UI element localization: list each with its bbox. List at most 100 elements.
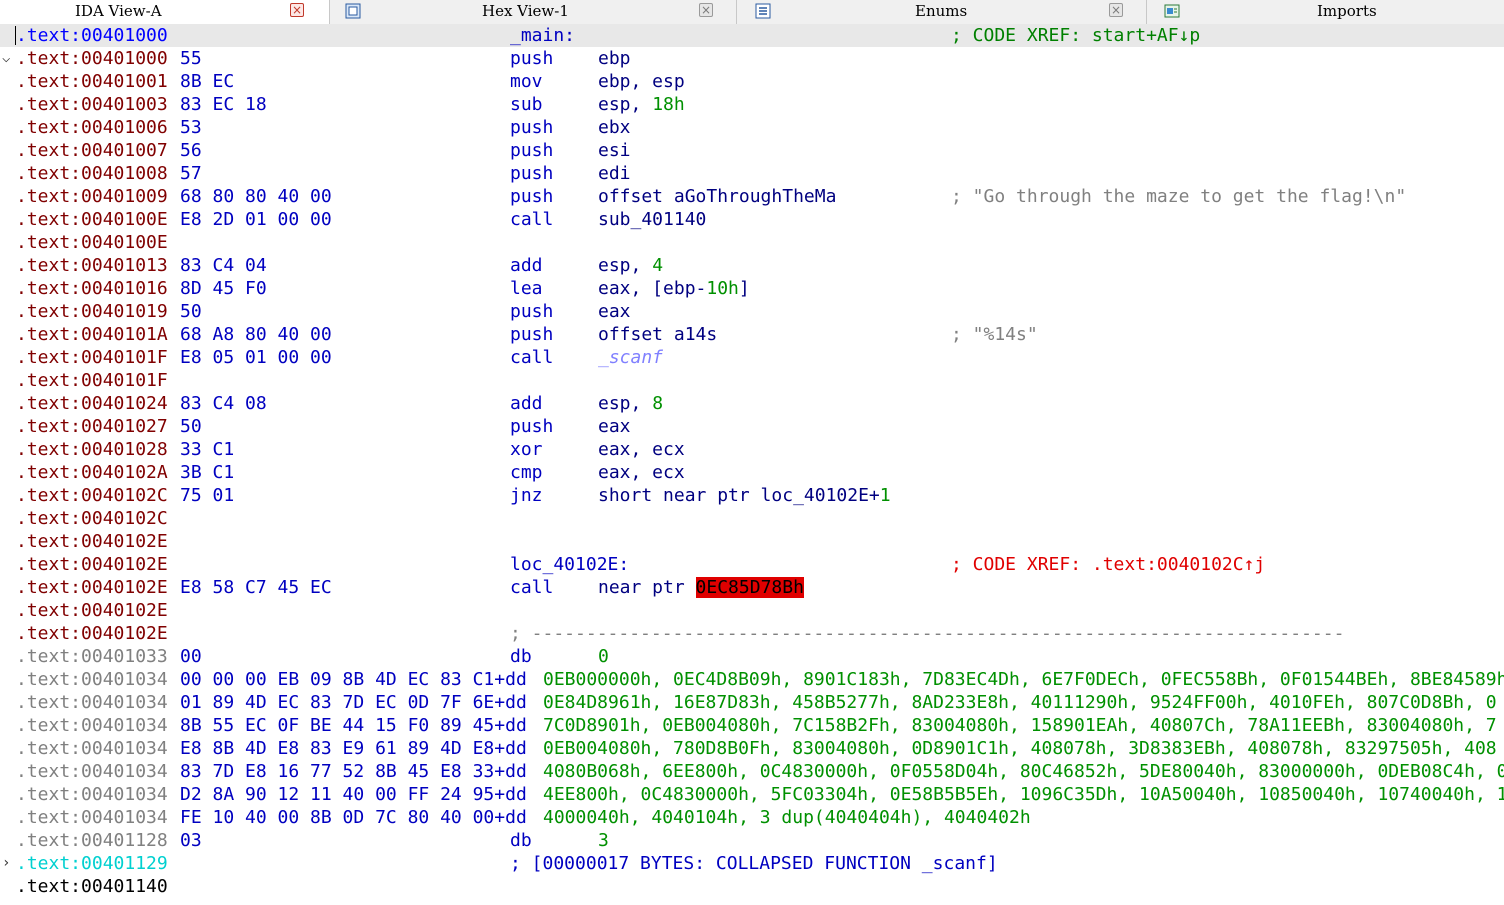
comment[interactable]: ; CODE XREF: start+AF↓p	[951, 24, 1200, 47]
tab-hex-view-1[interactable]: Hex View-1 ×	[330, 0, 737, 24]
close-icon[interactable]: ×	[699, 3, 713, 17]
listing-row[interactable]: .text:0040102C	[0, 507, 1504, 530]
tab-enums[interactable]: Enums ×	[737, 0, 1147, 24]
listing-row[interactable]: .text:0040100E	[0, 231, 1504, 254]
address[interactable]: .text:0040102E	[16, 622, 168, 645]
address[interactable]: .text:00401034	[16, 691, 168, 714]
expand-arrow-icon[interactable]: ›	[2, 852, 10, 875]
address[interactable]: .text:00401033	[16, 645, 168, 668]
mnemonic[interactable]: push	[510, 162, 553, 185]
mnemonic[interactable]: sub	[510, 93, 543, 116]
tab-imports[interactable]: Imports	[1147, 0, 1504, 24]
listing-row[interactable]: .text:00401027 50 push eax	[0, 415, 1504, 438]
address[interactable]: .text:0040102E	[16, 553, 168, 576]
operands[interactable]: sub_401140	[598, 208, 706, 231]
address[interactable]: .text:0040102E	[16, 576, 168, 599]
operands[interactable]: esp, 18h	[598, 93, 685, 116]
comment[interactable]: ; CODE XREF: .text:0040102C↑j	[951, 553, 1265, 576]
mnemonic[interactable]: call	[510, 208, 553, 231]
listing-row[interactable]: .text:00401000 _main: ; CODE XREF: start+A…	[0, 24, 1504, 47]
separator-comment[interactable]: ; --------------------------------------…	[510, 622, 1344, 645]
close-icon[interactable]: ×	[1109, 3, 1123, 17]
operands[interactable]: eax, [ebp-10h]	[598, 277, 750, 300]
comment[interactable]: ; "%14s"	[951, 323, 1038, 346]
operands[interactable]: _scanf	[598, 346, 663, 369]
listing-row[interactable]: .text:0040102E loc_40102E: ; CODE XREF: .t…	[0, 553, 1504, 576]
listing-row[interactable]: .text:00401003 83 EC 18 sub esp, 18h	[0, 93, 1504, 116]
operands[interactable]: eax, ecx	[598, 461, 685, 484]
mnemonic[interactable]: push	[510, 116, 553, 139]
mnemonic[interactable]: add	[510, 254, 543, 277]
address[interactable]: .text:0040102C	[16, 507, 168, 530]
mnemonic[interactable]: _main:	[510, 24, 575, 47]
listing-row[interactable]: .text:00401006 53 push ebx	[0, 116, 1504, 139]
mnemonic[interactable]: ; [00000017 BYTES: COLLAPSED FUNCTION _s…	[510, 852, 998, 875]
listing-row[interactable]: .text:0040101A 68 A8 80 40 00 push offset a…	[0, 323, 1504, 346]
listing-row[interactable]: .text:0040102C 75 01 jnz short near ptr loc…	[0, 484, 1504, 507]
mnemonic[interactable]: call	[510, 576, 553, 599]
address[interactable]: .text:00401000	[16, 47, 168, 70]
listing-row[interactable]: .text:0040100E E8 2D 01 00 00 call sub_4011…	[0, 208, 1504, 231]
operands[interactable]: edi	[598, 162, 631, 185]
address[interactable]: .text:00401034	[16, 760, 168, 783]
listing-row[interactable]: .text:00401034 E8 8B 4D E8 83 E9 61 89 4D…	[0, 737, 1504, 760]
address[interactable]: .text:00401034	[16, 806, 168, 829]
listing-row[interactable]: › .text:00401129 ; [00000017 BYTES: COLLAP…	[0, 852, 1504, 875]
operands[interactable]: eax	[598, 415, 631, 438]
disassembly-listing[interactable]: .text:00401000 _main: ; CODE XREF: start+A…	[0, 24, 1504, 905]
operands[interactable]: ebp	[598, 47, 631, 70]
address[interactable]: .text:00401019	[16, 300, 168, 323]
listing-row[interactable]: .text:00401034 D2 8A 90 12 11 40 00 FF 24…	[0, 783, 1504, 806]
address[interactable]: .text:00401024	[16, 392, 168, 415]
unresolved-target[interactable]: 0EC85D78Bh	[695, 577, 804, 598]
address[interactable]: .text:00401140	[16, 875, 168, 898]
operands[interactable]: 0	[598, 645, 609, 668]
operands[interactable]: esi	[598, 139, 631, 162]
listing-row[interactable]: .text:00401024 83 C4 08 add esp, 8	[0, 392, 1504, 415]
listing-row[interactable]: .text:00401128 03 db 3	[0, 829, 1504, 852]
operands[interactable]: ebx	[598, 116, 631, 139]
address[interactable]: .text:0040100E	[16, 231, 168, 254]
listing-row[interactable]: .text:0040102E	[0, 599, 1504, 622]
mnemonic[interactable]: call	[510, 346, 553, 369]
operands[interactable]: eax	[598, 300, 631, 323]
address[interactable]: .text:0040101F	[16, 346, 168, 369]
address[interactable]: .text:00401034	[16, 737, 168, 760]
address[interactable]: .text:00401006	[16, 116, 168, 139]
mnemonic[interactable]: push	[510, 185, 553, 208]
listing-row[interactable]: .text:00401028 33 C1 xor eax, ecx	[0, 438, 1504, 461]
mnemonic[interactable]: push	[510, 323, 553, 346]
mnemonic[interactable]: lea	[510, 277, 543, 300]
operands[interactable]: esp, 4	[598, 254, 663, 277]
mnemonic[interactable]: cmp	[510, 461, 543, 484]
listing-row[interactable]: .text:0040102E	[0, 530, 1504, 553]
operands[interactable]: offset a14s	[598, 323, 717, 346]
address[interactable]: .text:00401008	[16, 162, 168, 185]
mnemonic[interactable]: push	[510, 415, 553, 438]
address[interactable]: .text:00401000	[16, 24, 168, 47]
operands[interactable]: esp, 8	[598, 392, 663, 415]
address[interactable]: .text:0040100E	[16, 208, 168, 231]
listing-row[interactable]: .text:00401034 83 7D E8 16 77 52 8B 45 E8…	[0, 760, 1504, 783]
address[interactable]: .text:0040102A	[16, 461, 168, 484]
listing-row[interactable]: .text:00401034 8B 55 EC 0F BE 44 15 F0 89…	[0, 714, 1504, 737]
address[interactable]: .text:00401007	[16, 139, 168, 162]
mnemonic[interactable]: xor	[510, 438, 543, 461]
listing-row[interactable]: .text:00401001 8B EC mov ebp, esp	[0, 70, 1504, 93]
listing-row[interactable]: .text:0040102E E8 58 C7 45 EC call near ptr…	[0, 576, 1504, 599]
address[interactable]: .text:0040101F	[16, 369, 168, 392]
listing-row[interactable]: .text:0040102A 3B C1 cmp eax, ecx	[0, 461, 1504, 484]
comment[interactable]: ; "Go through the maze to get the flag!\…	[951, 185, 1406, 208]
address[interactable]: .text:00401001	[16, 70, 168, 93]
listing-row[interactable]: .text:0040101F E8 05 01 00 00 call _scanf	[0, 346, 1504, 369]
mnemonic[interactable]: add	[510, 392, 543, 415]
listing-row[interactable]: .text:00401008 57 push edi	[0, 162, 1504, 185]
address[interactable]: .text:00401128	[16, 829, 168, 852]
address[interactable]: .text:0040101A	[16, 323, 168, 346]
close-icon[interactable]: ×	[290, 3, 304, 17]
listing-row[interactable]: .text:00401016 8D 45 F0 lea eax, [ebp-10h]	[0, 277, 1504, 300]
listing-row[interactable]: .text:0040102E ; ------------------------…	[0, 622, 1504, 645]
listing-row[interactable]: .text:00401140	[0, 875, 1504, 898]
mnemonic[interactable]: push	[510, 139, 553, 162]
listing-row[interactable]: .text:00401033 00 db 0	[0, 645, 1504, 668]
